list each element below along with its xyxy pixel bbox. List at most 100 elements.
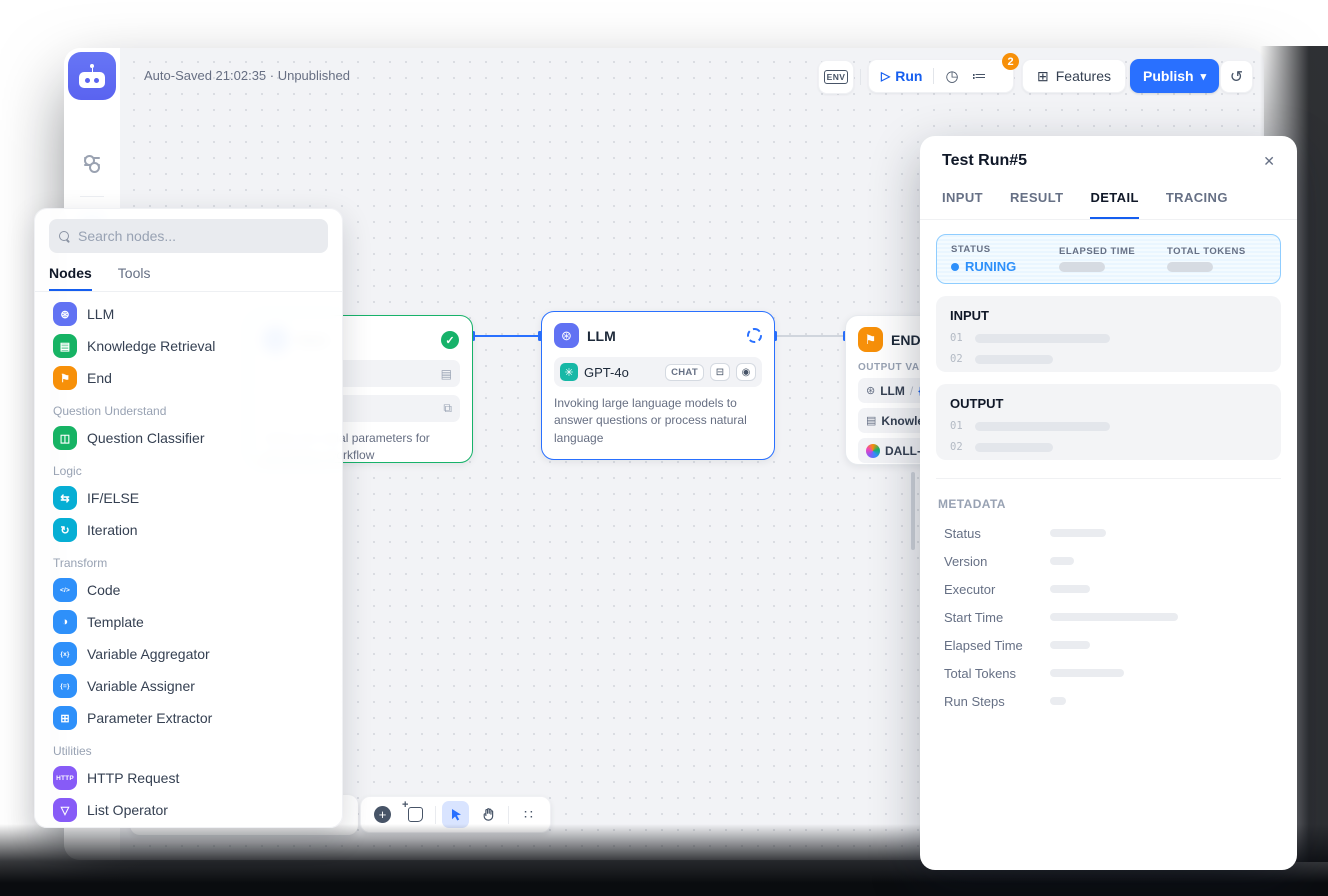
loop-icon: ↻ xyxy=(53,518,77,542)
openai-icon: ✳ xyxy=(560,363,578,381)
node-panel-tabs: Nodes Tools xyxy=(49,265,328,291)
search-icon xyxy=(59,231,70,242)
vision-eye-icon: ◉ xyxy=(736,363,756,381)
end-flag-icon: ⚑ xyxy=(53,366,77,390)
assigner-icon: {=} xyxy=(53,674,77,698)
status-card: STATUS RUNING ELAPSED TIME TOTAL TOKENS xyxy=(936,234,1281,284)
aggregator-icon: {x} xyxy=(53,642,77,666)
features-icon: ⊞ xyxy=(1037,68,1049,85)
success-check-icon: ✓ xyxy=(441,331,459,349)
http-icon: HTTP xyxy=(53,766,77,790)
template-icon: ◑ xyxy=(53,610,77,634)
end-node-icon: ⚑ xyxy=(858,327,883,352)
node-item-variable-aggregator[interactable]: {x} Variable Aggregator xyxy=(49,638,328,670)
tab-result[interactable]: RESULT xyxy=(1010,190,1063,219)
edge-llm-to-end xyxy=(775,335,845,337)
run-history-icon[interactable]: ◷ xyxy=(945,67,958,85)
node-item-variable-assigner[interactable]: {=} Variable Assigner xyxy=(49,670,328,702)
elapsed-time-label: ELAPSED TIME xyxy=(1059,246,1167,257)
pointer-mode-button[interactable] xyxy=(442,801,469,828)
llm-icon: ⊛ xyxy=(53,302,77,326)
knowledge-var-icon: ▤ xyxy=(866,414,876,427)
classifier-icon: ◫ xyxy=(53,426,77,450)
env-button[interactable]: ENV xyxy=(818,60,854,94)
tab-detail[interactable]: DETAIL xyxy=(1090,190,1138,219)
tab-tracing[interactable]: TRACING xyxy=(1166,190,1228,219)
edge-start-to-llm xyxy=(473,335,541,337)
filter-icon: ▽ xyxy=(53,798,77,822)
features-button[interactable]: ⊞ Features xyxy=(1022,59,1126,93)
node-item-end[interactable]: ⚑ End xyxy=(49,362,328,394)
canvas-toolbar: + ∷ xyxy=(360,796,551,833)
node-item-llm[interactable]: ⊛ LLM xyxy=(49,298,328,330)
meta-skeleton xyxy=(1050,529,1106,537)
llm-node-description: Invoking large language models to answer… xyxy=(554,395,762,447)
autosave-status: Auto-Saved 21:02:35 · Unpublished xyxy=(144,68,350,83)
llm-var-icon: ⊛ xyxy=(866,384,875,397)
add-node-button[interactable]: + xyxy=(369,801,396,828)
meta-skeleton xyxy=(1050,697,1066,705)
version-history-button[interactable]: ↺ xyxy=(1220,60,1253,93)
node-item-list-operator[interactable]: ▽ List Operator xyxy=(49,794,328,826)
node-item-code[interactable]: </> Code xyxy=(49,574,328,606)
copy-icon: ⧉ xyxy=(443,401,452,416)
organize-icon: ∷ xyxy=(524,806,533,823)
tab-tools[interactable]: Tools xyxy=(118,265,151,291)
meta-skeleton xyxy=(1050,585,1090,593)
app-logo[interactable] xyxy=(68,52,116,100)
robot-badge-icon: ⊟ xyxy=(710,363,730,381)
group-transform: Transform xyxy=(49,546,328,574)
node-item-parameter-extractor[interactable]: ⊞ Parameter Extractor xyxy=(49,702,328,734)
branch-icon: ⇆ xyxy=(53,486,77,510)
close-icon[interactable]: ✕ xyxy=(1263,153,1275,170)
checklist-icon[interactable]: ≔ xyxy=(972,67,987,85)
llm-node-icon: ⊛ xyxy=(554,323,579,348)
meta-row-start-time: Start Time xyxy=(936,603,1281,631)
node-item-if-else[interactable]: ⇆ IF/ELSE xyxy=(49,482,328,514)
add-note-button[interactable] xyxy=(402,801,429,828)
llm-node[interactable]: ⊛ LLM ✳ GPT-4o CHAT ⊟ ◉ Invoking large l… xyxy=(541,311,775,460)
preferences-icon[interactable] xyxy=(84,152,100,171)
output-card: OUTPUT 01 02 xyxy=(936,384,1281,460)
model-selector[interactable]: ✳ GPT-4o CHAT ⊟ ◉ xyxy=(554,357,762,387)
input-skeleton xyxy=(975,355,1053,364)
node-item-question-classifier[interactable]: ◫ Question Classifier xyxy=(49,422,328,454)
canvas-scrollbar[interactable] xyxy=(911,472,915,550)
running-dot-icon xyxy=(951,263,959,271)
output-skeleton xyxy=(975,443,1053,452)
meta-row-version: Version xyxy=(936,547,1281,575)
meta-skeleton xyxy=(1050,641,1090,649)
elapsed-time-skeleton xyxy=(1059,262,1105,272)
metadata-label: METADATA xyxy=(936,497,1281,511)
topbar-divider xyxy=(860,69,861,85)
hand-mode-button[interactable] xyxy=(475,801,502,828)
tab-nodes[interactable]: Nodes xyxy=(49,265,92,291)
group-logic: Logic xyxy=(49,454,328,482)
meta-row-executor: Executor xyxy=(936,575,1281,603)
extractor-icon: ⊞ xyxy=(53,706,77,730)
organize-nodes-button[interactable]: ∷ xyxy=(515,801,542,828)
group-utilities: Utilities xyxy=(49,734,328,762)
chevron-down-icon: ▾ xyxy=(1201,70,1207,83)
panel-title: Test Run#5 xyxy=(942,152,1027,170)
meta-row-elapsed-time: Elapsed Time xyxy=(936,631,1281,659)
meta-row-run-steps: Run Steps xyxy=(936,687,1281,715)
plus-circle-icon: + xyxy=(374,806,391,823)
rail-divider xyxy=(80,196,104,197)
node-search-panel: Search nodes... Nodes Tools ⊛ LLM ▤ Know… xyxy=(34,208,343,828)
meta-skeleton xyxy=(1050,613,1178,621)
tab-input[interactable]: INPUT xyxy=(942,190,983,219)
node-item-template[interactable]: ◑ Template xyxy=(49,606,328,638)
status-value: RUNING xyxy=(951,259,1059,274)
node-item-iteration[interactable]: ↻ Iteration xyxy=(49,514,328,546)
node-item-http-request[interactable]: HTTP HTTP Request xyxy=(49,762,328,794)
node-item-knowledge-retrieval[interactable]: ▤ Knowledge Retrieval xyxy=(49,330,328,362)
cursor-icon xyxy=(449,808,463,822)
code-icon: </> xyxy=(53,578,77,602)
publish-button[interactable]: Publish ▾ xyxy=(1130,59,1219,93)
robot-icon xyxy=(77,64,107,88)
run-button[interactable]: ▷ Run xyxy=(881,68,922,84)
search-input[interactable]: Search nodes... xyxy=(49,219,328,253)
loading-spinner-icon xyxy=(747,328,762,343)
input-card: INPUT 01 02 xyxy=(936,296,1281,372)
